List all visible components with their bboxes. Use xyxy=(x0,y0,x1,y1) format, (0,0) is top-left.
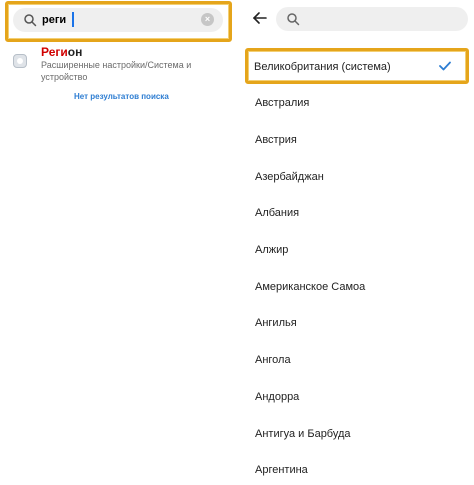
result-title-match: Реги xyxy=(41,45,68,59)
region-item[interactable]: Андорра xyxy=(237,379,474,415)
region-label: Антигуа и Барбуда xyxy=(255,428,351,440)
checkmark-icon xyxy=(439,61,451,71)
region-item[interactable]: Азербайджан xyxy=(237,159,474,195)
region-label: Австралия xyxy=(255,97,310,109)
back-arrow-icon[interactable] xyxy=(252,10,268,26)
region-picker-panel: Великобритания (система) Австралия Австр… xyxy=(237,0,474,485)
search-icon xyxy=(287,13,300,26)
text-caret xyxy=(72,12,74,27)
search-icon xyxy=(24,14,37,27)
result-title-rest: он xyxy=(67,45,83,59)
region-label: Албания xyxy=(255,207,300,219)
region-item[interactable]: Австрия xyxy=(237,122,474,158)
region-item[interactable]: Американское Самоа xyxy=(237,269,474,305)
search-input[interactable]: реги × xyxy=(13,8,223,32)
settings-icon xyxy=(13,54,27,68)
region-label: Австрия xyxy=(255,134,297,146)
region-item[interactable]: Австралия xyxy=(237,85,474,121)
region-item[interactable]: Алжир xyxy=(237,232,474,268)
region-item[interactable]: Ангилья xyxy=(237,305,474,341)
region-label: Ангилья xyxy=(255,317,297,329)
region-item[interactable]: Аргентина xyxy=(237,452,474,485)
region-item[interactable]: Ангола xyxy=(237,342,474,378)
settings-search-panel: реги × Регион Расширенные настройки/Сист… xyxy=(0,0,237,485)
region-label: Азербайджан xyxy=(255,171,324,183)
region-search-input[interactable] xyxy=(276,7,468,31)
no-results-text: Нет результатов поиска xyxy=(74,92,169,101)
region-label: Андорра xyxy=(255,391,300,403)
region-label: Американское Самоа xyxy=(255,281,366,293)
close-icon[interactable]: × xyxy=(201,13,214,26)
region-label: Ангола xyxy=(255,354,291,366)
region-label: Аргентина xyxy=(255,464,308,476)
result-title: Регион xyxy=(41,45,82,59)
result-description: Расширенные настройки/Система и устройст… xyxy=(41,60,192,82)
search-result-region[interactable]: Регион Расширенные настройки/Система и у… xyxy=(12,45,232,86)
region-label: Великобритания (система) xyxy=(254,61,391,73)
screen: реги × Регион Расширенные настройки/Сист… xyxy=(0,0,474,485)
region-label: Алжир xyxy=(255,244,289,256)
region-item[interactable]: Албания xyxy=(237,195,474,231)
region-item[interactable]: Антигуа и Барбуда xyxy=(237,416,474,452)
search-query[interactable]: реги xyxy=(42,12,66,28)
region-item-selected[interactable]: Великобритания (система) xyxy=(237,48,474,84)
